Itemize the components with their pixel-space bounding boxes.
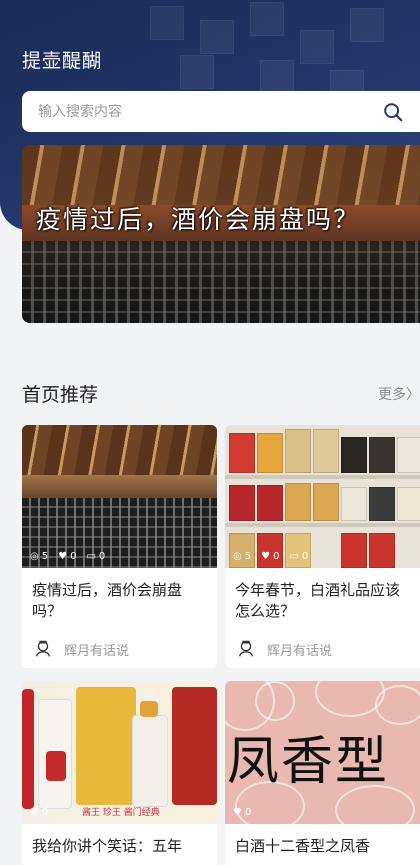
likes-count: 0 xyxy=(273,551,280,562)
search-icon[interactable] xyxy=(382,101,404,123)
chevron-right-icon: 〉 xyxy=(406,387,420,403)
banner-image xyxy=(22,145,420,205)
card-author: 辉月有话说 xyxy=(225,630,420,668)
image-caption: 酱王 珍王 酱门经典 xyxy=(82,808,160,818)
views-icon: ◎ xyxy=(30,551,39,562)
likes-count: 0 xyxy=(41,807,49,818)
article-card[interactable]: 酱王 珍王 酱门经典 ♥ 0 我给你讲个笑话：五年 xyxy=(22,681,217,865)
search-input[interactable] xyxy=(38,103,368,120)
author-name: 辉月有话说 xyxy=(64,643,130,659)
card-stats: ♥ 0 xyxy=(233,807,251,818)
like-icon: ♥ xyxy=(30,807,39,818)
comment-icon: ▭ xyxy=(289,551,299,562)
app-title: 提壶醍醐 xyxy=(22,50,103,72)
card-stats: ◎ 5 ♥ 0 ▭ 0 xyxy=(233,551,308,562)
article-card[interactable]: 凤香型 ♥ 0 白酒十二香型之凤香 xyxy=(225,681,420,865)
card-title: 我给你讲个笑话：五年 xyxy=(32,837,183,855)
search-bar[interactable] xyxy=(22,91,420,132)
like-icon: ♥ xyxy=(261,551,271,562)
card-author: 辉月有话说 xyxy=(22,630,217,668)
avatar-icon xyxy=(35,640,51,657)
more-label: 更多 xyxy=(378,387,406,403)
section-title: 首页推荐 xyxy=(22,384,99,406)
author-name: 辉月有话说 xyxy=(267,643,333,659)
banner-carousel[interactable]: 疫情过后，酒价会崩盘吗？ xyxy=(22,145,420,323)
card-image: 酱王 珍王 酱门经典 ♥ 0 xyxy=(22,681,217,824)
avatar-icon xyxy=(238,640,254,657)
card-title: 疫情过后，酒价会崩盘吗？ xyxy=(32,581,183,620)
card-title: 今年春节，白酒礼品应该怎么选？ xyxy=(235,581,401,620)
comments-count: 0 xyxy=(98,551,106,562)
article-card[interactable]: ◎ 5 ♥ 0 ▭ 0 疫情过后，酒价会崩盘吗？ 辉月有话说 xyxy=(22,425,217,668)
comments-count: 0 xyxy=(301,551,309,562)
card-image: ◎ 5 ♥ 0 ▭ 0 xyxy=(225,425,420,568)
comment-icon: ▭ xyxy=(86,551,96,562)
more-link[interactable]: 更多〉 xyxy=(378,384,420,404)
card-image: ◎ 5 ♥ 0 ▭ 0 xyxy=(22,425,217,568)
article-card[interactable]: ◎ 5 ♥ 0 ▭ 0 今年春节，白酒礼品应该怎么选？ 辉月有话说 xyxy=(225,425,420,668)
views-count: 5 xyxy=(41,551,49,562)
image-caption: 凤香型 xyxy=(227,732,390,792)
views-icon: ◎ xyxy=(233,551,242,562)
views-count: 5 xyxy=(244,551,252,562)
likes-count: 0 xyxy=(70,551,77,562)
card-title: 白酒十二香型之凤香 xyxy=(235,837,371,855)
card-image: 凤香型 ♥ 0 xyxy=(225,681,420,824)
likes-count: 0 xyxy=(244,807,252,818)
banner-caption: 疫情过后，酒价会崩盘吗？ xyxy=(36,205,361,234)
like-icon: ♥ xyxy=(58,551,68,562)
card-stats: ◎ 5 ♥ 0 ▭ 0 xyxy=(30,551,105,562)
like-icon: ♥ xyxy=(233,807,242,818)
card-stats: ♥ 0 xyxy=(30,807,48,818)
